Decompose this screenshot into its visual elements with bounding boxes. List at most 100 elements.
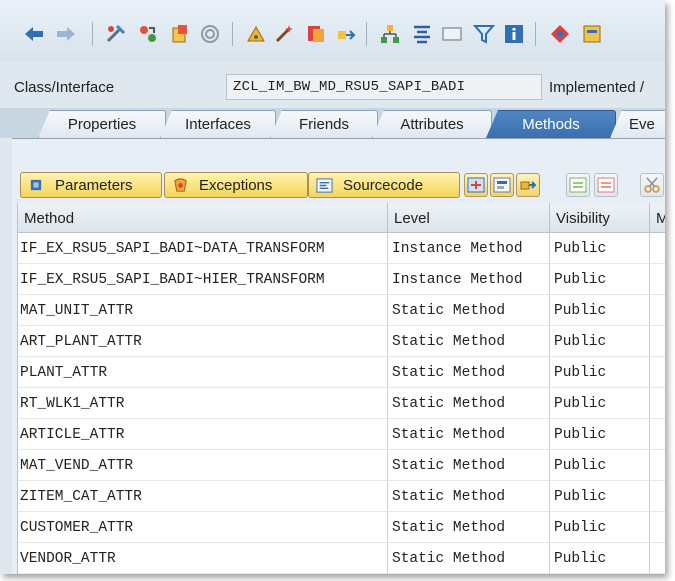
enhance-icon[interactable]	[548, 22, 572, 46]
method-cell[interactable]: IF_EX_RSU5_SAPI_BADI~DATA_TRANSFORM	[18, 233, 388, 264]
table-row[interactable]: IF_EX_RSU5_SAPI_BADI~HIER_TRANSFORM Insta…	[18, 264, 665, 295]
method-cell[interactable]: RT_WLK1_ATTR	[18, 388, 388, 419]
modeled-cell[interactable]	[650, 357, 665, 388]
visibility-cell[interactable]: Public	[550, 388, 650, 419]
sourcecode-button[interactable]: Sourcecode	[308, 172, 460, 198]
level-cell[interactable]: Static Method	[388, 512, 550, 543]
level-cell[interactable]: Static Method	[388, 481, 550, 512]
level-cell[interactable]: Static Method	[388, 357, 550, 388]
modeled-cell[interactable]	[650, 295, 665, 326]
filter-icon[interactable]	[472, 22, 496, 46]
table-row[interactable]: IF_EX_RSU5_SAPI_BADI~DATA_TRANSFORM Insta…	[18, 233, 665, 264]
modeled-cell[interactable]	[650, 326, 665, 357]
level-cell[interactable]: Static Method	[388, 450, 550, 481]
tab-friends[interactable]: Friends	[270, 110, 378, 138]
modeled-cell[interactable]	[650, 481, 665, 512]
pretty-printer-icon[interactable]	[410, 22, 434, 46]
display-change-icon[interactable]	[136, 22, 160, 46]
insert-row-icon[interactable]	[464, 173, 488, 197]
modeled-cell[interactable]	[650, 543, 665, 574]
activate-icon[interactable]	[334, 22, 358, 46]
level-cell[interactable]: Static Method	[388, 295, 550, 326]
table-row[interactable]: PLANT_ATTR Static Method Public	[18, 357, 665, 388]
delete-row-icon[interactable]	[594, 173, 618, 197]
tab-interfaces[interactable]: Interfaces	[160, 110, 276, 138]
method-cell[interactable]: CUSTOMER_ATTR	[18, 512, 388, 543]
level-cell[interactable]: Static Method	[388, 543, 550, 574]
tab-methods[interactable]: Methods	[486, 110, 616, 138]
toolbar-separator	[535, 22, 536, 46]
method-cell[interactable]: PLANT_ATTR	[18, 357, 388, 388]
table-row[interactable]: ZITEM_CAT_ATTR Static Method Public	[18, 481, 665, 512]
visibility-cell[interactable]: Public	[550, 481, 650, 512]
scissors-icon[interactable]	[640, 173, 664, 197]
cut-row-icon[interactable]	[566, 173, 590, 197]
sap-class-builder-window: Class/Interface ZCL_IM_BW_MD_RSU5_SAPI_B…	[0, 0, 665, 574]
hierarchy-icon[interactable]	[378, 22, 402, 46]
table-row[interactable]: MAT_VEND_ATTR Static Method Public	[18, 450, 665, 481]
column-header-level[interactable]: Level	[388, 203, 550, 233]
class-interface-field[interactable]: ZCL_IM_BW_MD_RSU5_SAPI_BADI	[226, 74, 542, 100]
level-cell[interactable]: Static Method	[388, 388, 550, 419]
info-icon[interactable]	[502, 22, 526, 46]
object-list-icon[interactable]	[198, 22, 222, 46]
visibility-cell[interactable]: Public	[550, 326, 650, 357]
visibility-cell[interactable]: Public	[550, 264, 650, 295]
method-cell[interactable]: ART_PLANT_ATTR	[18, 326, 388, 357]
modeled-cell[interactable]	[650, 450, 665, 481]
parameters-icon	[27, 176, 45, 194]
method-cell[interactable]: MAT_VEND_ATTR	[18, 450, 388, 481]
tab-attributes[interactable]: Attributes	[372, 110, 492, 138]
modeled-cell[interactable]	[650, 512, 665, 543]
level-cell[interactable]: Static Method	[388, 419, 550, 450]
method-cell[interactable]: ZITEM_CAT_ATTR	[18, 481, 388, 512]
modeled-cell[interactable]	[650, 419, 665, 450]
method-cell[interactable]: ARTICLE_ATTR	[18, 419, 388, 450]
table-row[interactable]: ART_PLANT_ATTR Static Method Public	[18, 326, 665, 357]
modeled-cell[interactable]	[650, 264, 665, 295]
visibility-cell[interactable]: Public	[550, 543, 650, 574]
visibility-cell[interactable]: Public	[550, 233, 650, 264]
column-header-visibility[interactable]: Visibility	[550, 203, 650, 233]
where-used-icon[interactable]	[244, 22, 268, 46]
table-row[interactable]: MAT_UNIT_ATTR Static Method Public	[18, 295, 665, 326]
check-icon[interactable]	[304, 22, 328, 46]
local-types-icon[interactable]	[580, 22, 604, 46]
method-cell[interactable]: IF_EX_RSU5_SAPI_BADI~HIER_TRANSFORM	[18, 264, 388, 295]
table-row[interactable]: CUSTOMER_ATTR Static Method Public	[18, 512, 665, 543]
navigate-icon[interactable]	[516, 173, 540, 197]
back-arrow-icon[interactable]	[22, 22, 46, 46]
table-row[interactable]: RT_WLK1_ATTR Static Method Public	[18, 388, 665, 419]
active-inactive-icon[interactable]	[168, 22, 192, 46]
exceptions-icon	[171, 176, 189, 194]
table-row[interactable]: VENDOR_ATTR Static Method Public	[18, 543, 665, 574]
detail-view-icon[interactable]	[490, 173, 514, 197]
parameters-button[interactable]: Parameters	[20, 172, 162, 198]
fullscreen-icon[interactable]	[440, 22, 464, 46]
exceptions-label: Exceptions	[199, 176, 273, 194]
visibility-cell[interactable]: Public	[550, 295, 650, 326]
visibility-cell[interactable]: Public	[550, 450, 650, 481]
class-interface-label: Class/Interface	[14, 79, 115, 96]
visibility-cell[interactable]: Public	[550, 512, 650, 543]
level-cell[interactable]: Instance Method	[388, 264, 550, 295]
toolbar-separator	[366, 22, 367, 46]
tab-properties[interactable]: Properties	[38, 110, 166, 138]
method-cell[interactable]: MAT_UNIT_ATTR	[18, 295, 388, 326]
visibility-cell[interactable]: Public	[550, 357, 650, 388]
visibility-cell[interactable]: Public	[550, 419, 650, 450]
column-header-modeled[interactable]: M	[650, 203, 665, 233]
magic-wand-icon[interactable]	[272, 22, 296, 46]
level-cell[interactable]: Static Method	[388, 326, 550, 357]
toolbar-separator	[232, 22, 233, 46]
modeled-cell[interactable]	[650, 233, 665, 264]
method-cell[interactable]: VENDOR_ATTR	[18, 543, 388, 574]
parameters-label: Parameters	[55, 176, 133, 194]
forward-arrow-icon[interactable]	[54, 22, 78, 46]
modeled-cell[interactable]	[650, 388, 665, 419]
exceptions-button[interactable]: Exceptions	[164, 172, 308, 198]
other-object-icon[interactable]	[104, 22, 128, 46]
level-cell[interactable]: Instance Method	[388, 233, 550, 264]
table-row[interactable]: ARTICLE_ATTR Static Method Public	[18, 419, 665, 450]
column-header-method[interactable]: Method	[18, 203, 388, 233]
